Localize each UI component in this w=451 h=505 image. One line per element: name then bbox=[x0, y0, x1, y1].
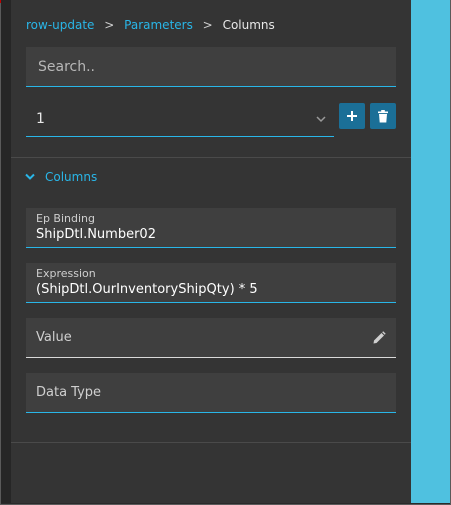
section-title: Columns bbox=[45, 170, 98, 184]
search-input[interactable] bbox=[36, 57, 386, 76]
value-placeholder: Value bbox=[36, 330, 72, 345]
breadcrumb-item-parameters[interactable]: Parameters bbox=[124, 18, 193, 32]
chevron-down-icon[interactable] bbox=[25, 173, 35, 181]
parameter-select[interactable]: 1 bbox=[26, 101, 334, 137]
ep-binding-field[interactable]: Ep Binding ShipDtl.Number02 bbox=[26, 208, 396, 248]
section-divider bbox=[11, 157, 411, 158]
breadcrumb: row-update > Parameters > Columns bbox=[26, 18, 275, 32]
delete-button[interactable] bbox=[370, 103, 396, 129]
ep-binding-label: Ep Binding bbox=[36, 212, 95, 225]
data-type-field[interactable]: Data Type bbox=[26, 373, 396, 413]
left-gutter bbox=[1, 0, 11, 503]
pencil-icon[interactable] bbox=[372, 330, 386, 345]
breadcrumb-separator: > bbox=[202, 18, 213, 32]
ep-binding-value[interactable]: ShipDtl.Number02 bbox=[36, 227, 386, 242]
value-field[interactable]: Value bbox=[26, 318, 396, 358]
expression-value[interactable]: (ShipDtl.OurInventoryShipQty) * 5 bbox=[36, 282, 386, 297]
search-field[interactable] bbox=[26, 47, 396, 87]
breadcrumb-separator: > bbox=[104, 18, 115, 32]
parameter-select-value: 1 bbox=[36, 110, 45, 127]
plus-icon bbox=[347, 111, 357, 121]
properties-panel: row-update > Parameters > Columns 1 Colu… bbox=[11, 0, 411, 503]
canvas-edge bbox=[411, 0, 450, 503]
add-button[interactable] bbox=[339, 103, 365, 129]
data-type-placeholder: Data Type bbox=[36, 385, 102, 400]
expression-label: Expression bbox=[36, 267, 96, 280]
trash-icon bbox=[378, 109, 388, 122]
expression-field[interactable]: Expression (ShipDtl.OurInventoryShipQty)… bbox=[26, 263, 396, 303]
columns-section-header[interactable]: Columns bbox=[25, 170, 97, 184]
breadcrumb-item-columns: Columns bbox=[222, 18, 275, 32]
chevron-down-icon[interactable] bbox=[316, 114, 326, 124]
breadcrumb-item-row-update[interactable]: row-update bbox=[26, 18, 94, 32]
bottom-divider bbox=[11, 442, 411, 443]
